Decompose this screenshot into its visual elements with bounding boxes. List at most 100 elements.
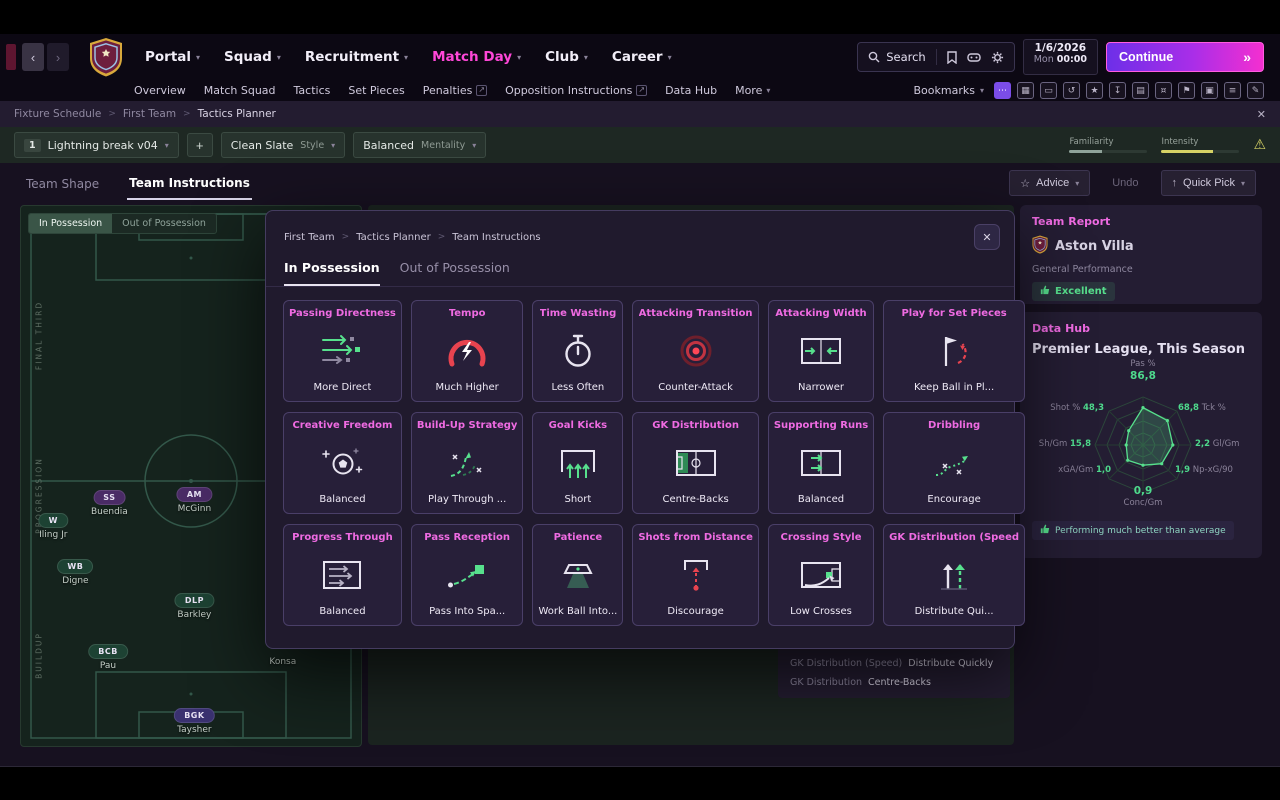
dialog-crumb-first-team[interactable]: First Team [284,232,335,243]
shots-from-distance-card[interactable]: Shots from Distance Discourage [632,524,759,626]
style-selector[interactable]: Clean Slate Style ▾ [220,132,346,158]
tempo-card[interactable]: Tempo Much Higher [410,300,524,402]
familiarity-meter: Familiarity [1069,137,1148,153]
nav-item-recruitment[interactable]: Recruitment ▾ [305,49,408,65]
attacking-transition-card[interactable]: Attacking Transition Counter-Attack [632,300,759,402]
card-title: Play for Set Pieces [901,308,1007,319]
pitch-toggle-out-of-possession[interactable]: Out of Possession [112,214,216,233]
dribbling-card[interactable]: Dribbling Encourage [883,412,1026,514]
search-button[interactable]: Search [868,50,926,64]
crossing-style-card[interactable]: Crossing Style Low Crosses [767,524,875,626]
calendar-icon[interactable]: ▣ [1201,82,1218,99]
dialog-tab-in-possession[interactable]: In Possession [284,260,380,286]
nav-item-club[interactable]: Club ▾ [545,49,588,65]
devices-icon[interactable] [967,52,981,63]
settings-gear-icon[interactable] [991,51,1004,64]
continue-button[interactable]: Continue » [1106,42,1264,72]
subnav-item-opposition-instructions[interactable]: Opposition Instructions ↗ [505,84,648,97]
dialog-tab-out-of-possession[interactable]: Out of Possession [400,260,510,286]
creative-freedom-card[interactable]: Creative Freedom Balanced [283,412,402,514]
mentality-selector[interactable]: Balanced Mentality ▾ [353,132,487,158]
attacking-width-card[interactable]: Attacking Width Narrower [767,300,875,402]
crumb-first-team[interactable]: First Team [123,108,176,120]
bookmarks-dropdown[interactable]: Bookmarks ▾ [914,84,984,97]
progress-through-card[interactable]: Progress Through Balanced [283,524,402,626]
shirt-icon[interactable]: ▦ [1017,82,1034,99]
tablet-icon[interactable]: ▭ [1040,82,1057,99]
close-icon[interactable]: ✕ [1257,108,1266,121]
subnav-item-match-squad[interactable]: Match Squad [204,84,276,97]
build-up-strategy-card[interactable]: Build-Up Strategy Play Through ... [410,412,524,514]
data-hub-heading[interactable]: Premier League, This Season [1032,342,1250,357]
nav-item-match-day[interactable]: Match Day ▾ [432,49,521,65]
instruction-row[interactable]: GK Distribution Centre-Backs [790,677,1000,688]
team-name[interactable]: Aston Villa [1055,239,1134,254]
chat-icon[interactable]: ⋯ [994,82,1011,99]
warning-icon[interactable]: ⚠ [1253,137,1266,153]
thumbs-up-icon [1040,285,1050,298]
crumb-tactics-planner[interactable]: Tactics Planner [198,108,276,120]
finance-icon[interactable]: ¤ [1155,82,1172,99]
nav-item-label: Club [545,49,579,65]
tab-team-instructions[interactable]: Team Instructions [127,166,252,200]
subnav-item-set-pieces[interactable]: Set Pieces [348,84,404,97]
undo-button[interactable]: Undo [1102,170,1148,196]
add-tactic-button[interactable]: + [186,133,213,157]
crumb-fixture-schedule[interactable]: Fixture Schedule [14,108,101,120]
nav-item-label: Recruitment [304,49,400,65]
close-dialog-button[interactable]: ✕ [974,224,1000,250]
nav-item-squad[interactable]: Squad ▾ [224,49,281,65]
mentality-value: Balanced [363,138,415,152]
notes-icon[interactable]: ✎ [1247,82,1264,99]
subnav-item-more[interactable]: More ▾ [735,84,770,97]
intensity-meter: Intensity [1161,137,1240,153]
role-pill: AM [176,486,212,502]
trophy-icon[interactable]: ★ [1086,82,1103,99]
player-konsa[interactable]: Konsa [269,657,296,667]
player-buendia[interactable]: SS Buendia [91,489,128,517]
report-icon[interactable]: ▤ [1132,82,1149,99]
player-mcginn[interactable]: AM McGinn [176,486,212,514]
card-title: Patience [553,532,603,543]
quick-pick-button[interactable]: ↑ Quick Pick ▾ [1160,170,1256,196]
nav-item-portal[interactable]: Portal ▾ [145,49,200,65]
pass-reception-card[interactable]: Pass Reception Pass Into Spa... [410,524,524,626]
subnav-item-overview[interactable]: Overview [134,84,186,97]
player-barkley[interactable]: DLP Barkley [174,593,214,620]
play-for-set-pieces-card[interactable]: Play for Set Pieces Keep Ball in Pl... [883,300,1026,402]
player-iling-jr[interactable]: W Iling Jr [38,512,68,540]
time-wasting-card[interactable]: Time Wasting Less Often [532,300,624,402]
pitch-toggle-in-possession[interactable]: In Possession [29,214,113,233]
dialog-crumb-tactics-planner[interactable]: Tactics Planner [356,232,431,243]
advice-button[interactable]: ☆ Advice ▾ [1009,170,1091,196]
gk-distribution-card[interactable]: GK Distribution Centre-Backs [632,412,759,514]
gk-distribution-speed-card[interactable]: GK Distribution (Speed Distribute Qui... [883,524,1026,626]
team-report-subtitle: General Performance [1032,264,1133,275]
card-value: Discourage [667,606,724,617]
patience-card[interactable]: Patience Work Ball Into... [532,524,624,626]
subnav-item-penalties[interactable]: Penalties ↗ [423,84,488,97]
download-icon[interactable]: ↧ [1109,82,1126,99]
subnav-item-tactics[interactable]: Tactics [294,84,331,97]
game-date[interactable]: 1/6/2026 Mon 00:00 [1022,39,1098,75]
nav-item-career[interactable]: Career ▾ [612,49,672,65]
flag-icon[interactable]: ⚑ [1178,82,1195,99]
tactic-selector[interactable]: 1 Lightning break v04 ▾ [14,132,179,158]
instruction-row[interactable]: GK Distribution (Speed) Distribute Quickl… [790,658,1000,669]
player-pau[interactable]: BCB Pau [88,643,128,671]
tab-team-shape[interactable]: Team Shape [24,167,101,199]
back-button[interactable]: ‹ [22,43,44,71]
forward-button[interactable]: › [47,43,69,71]
sync-icon[interactable]: ↺ [1063,82,1080,99]
dialog-crumb-team-instructions[interactable]: Team Instructions [452,232,540,243]
card-value: Encourage [927,494,981,505]
player-digne[interactable]: WB Digne [57,559,94,586]
subnav-item-data-hub[interactable]: Data Hub [665,84,717,97]
bookmark-icon[interactable] [947,50,957,64]
player-taysher[interactable]: BGK Taysher [174,708,215,735]
goal-kicks-card[interactable]: Goal Kicks Short [532,412,624,514]
news-icon[interactable]: ≡ [1224,82,1241,99]
passing-directness-card[interactable]: Passing Directness More Direct [283,300,402,402]
supporting-runs-card[interactable]: Supporting Runs Balanced [767,412,875,514]
club-badge[interactable] [89,37,123,77]
